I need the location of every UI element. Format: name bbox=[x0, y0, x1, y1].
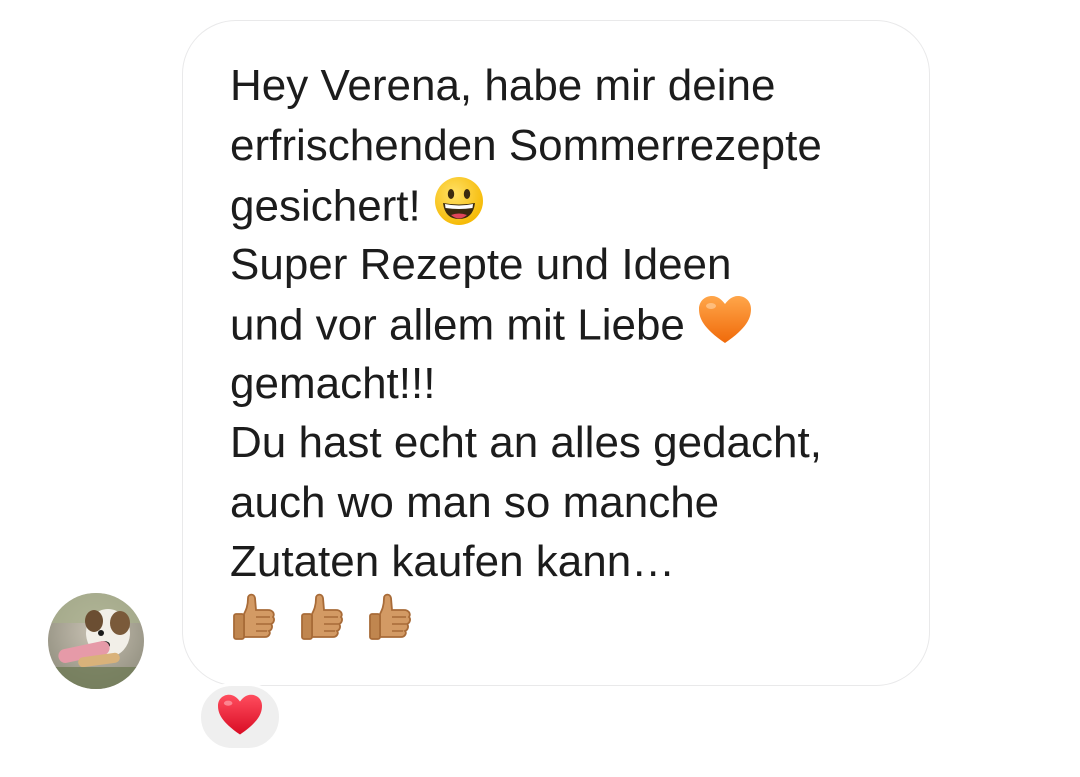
orange-heart-icon bbox=[697, 294, 753, 362]
message-line-with-emoji: gesichert! bbox=[230, 175, 822, 235]
message-line: gemacht!!! bbox=[230, 358, 436, 408]
thumbs-up-icon bbox=[366, 592, 414, 660]
message-line: und vor allem mit Liebe bbox=[230, 300, 685, 350]
thumbs-up-row bbox=[230, 592, 822, 652]
reaction-badge[interactable] bbox=[198, 683, 282, 751]
message-line: Super Rezepte und Ideen bbox=[230, 239, 732, 289]
message-line: Zutaten kaufen kann… bbox=[230, 537, 676, 586]
message-line: erfrischenden Sommerrezepte bbox=[230, 120, 822, 170]
grinning-face-icon bbox=[433, 175, 485, 243]
avatar[interactable] bbox=[48, 593, 144, 689]
thumbs-up-icon bbox=[298, 592, 346, 660]
message-line: Hey Verena, habe mir deine bbox=[230, 61, 776, 110]
message-text: Hey Verena, habe mir deine erfrischenden… bbox=[230, 56, 822, 651]
message-line: Du hast echt an alles gedacht, bbox=[230, 418, 822, 467]
message-line-with-emoji: und vor allem mit Liebe bbox=[230, 294, 822, 354]
thumbs-up-icon bbox=[230, 592, 278, 660]
message-line: auch wo man so manche bbox=[230, 477, 720, 527]
red-heart-icon bbox=[216, 693, 264, 742]
message-line: gesichert! bbox=[230, 181, 421, 231]
chat-screen: Hey Verena, habe mir deine erfrischenden… bbox=[0, 0, 1080, 777]
